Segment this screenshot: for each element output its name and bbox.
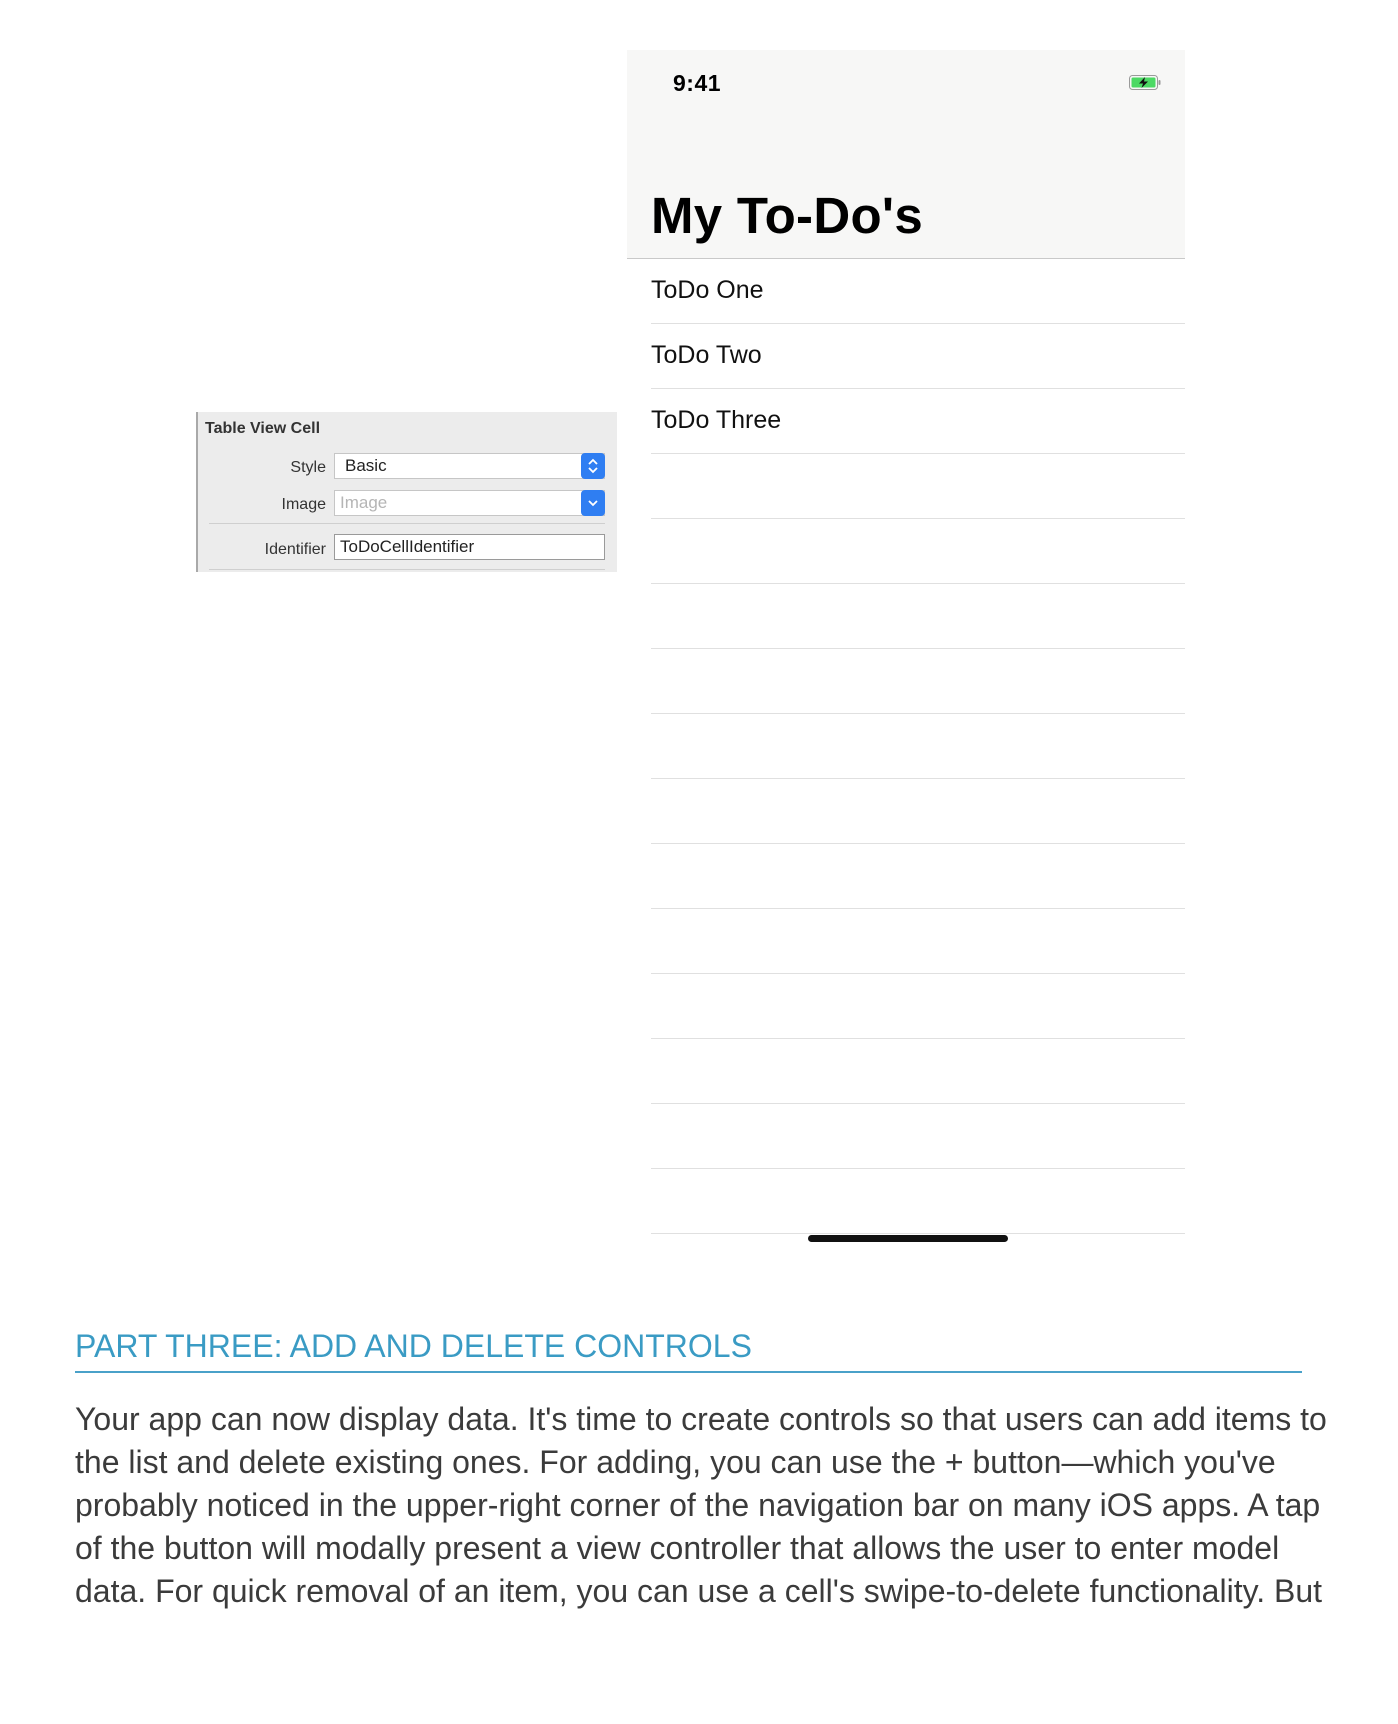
identifier-input[interactable]: ToDoCellIdentifier [334,534,605,560]
paragraph-line: probably noticed in the upper-right corn… [75,1487,1321,1523]
nav-title: My To-Do's [651,187,923,244]
battery-charging-icon [1129,75,1161,90]
row-label: ToDo Three [651,406,782,434]
identifier-value: ToDoCellIdentifier [340,537,475,556]
style-label: Style [290,459,326,476]
table-row[interactable] [651,649,1185,714]
paragraph-line: the list and delete existing ones. For a… [75,1444,1276,1480]
table-row[interactable]: ToDo Three [651,389,1185,454]
table-row[interactable] [651,454,1185,519]
image-combobox[interactable]: Image [334,490,605,516]
table-row[interactable]: ToDo Two [651,324,1185,389]
table-row[interactable] [651,1104,1185,1169]
identifier-label: Identifier [264,541,326,558]
table-row[interactable]: ToDo One [651,259,1185,324]
inspector-divider [209,523,605,524]
table-row[interactable] [651,1169,1185,1234]
paragraph-line: of the button will modally present a vie… [75,1530,1280,1566]
todo-table: ToDo One ToDo Two ToDo Three [627,259,1185,1234]
home-indicator[interactable] [808,1235,1008,1242]
paragraph-line: Your app can now display data. It's time… [75,1401,1327,1437]
image-label: Image [281,496,326,513]
table-row[interactable] [651,779,1185,844]
style-value: Basic [345,456,387,475]
paragraph-line: data. For quick removal of an item, you … [75,1573,1323,1609]
chevron-down-icon[interactable] [581,490,605,516]
row-label: ToDo Two [651,341,762,369]
section-heading: PART THREE: ADD AND DELETE CONTROLS [75,1328,1302,1373]
inspector-title: Table View Cell [205,420,321,437]
image-placeholder: Image [340,493,388,512]
table-row[interactable] [651,584,1185,649]
table-view-cell-inspector: Table View Cell Style Basic Image Image … [196,412,617,572]
table-row[interactable] [651,519,1185,584]
navigation-bar: 9:41 My To-Do's [627,50,1185,259]
row-label: ToDo One [651,276,764,304]
status-time: 9:41 [673,70,722,96]
table-row[interactable] [651,1039,1185,1104]
updown-chevron-icon[interactable] [581,453,605,479]
body-paragraph: Your app can now display data. It's time… [75,1398,1327,1613]
style-select[interactable]: Basic [334,453,605,479]
table-row[interactable] [651,909,1185,974]
table-row[interactable] [651,844,1185,909]
phone-screenshot: 9:41 My To-Do's ToDo One ToDo Two ToDo Thr… [627,50,1185,1250]
table-row[interactable] [651,714,1185,779]
inspector-divider [209,569,605,570]
table-row[interactable] [651,974,1185,1039]
